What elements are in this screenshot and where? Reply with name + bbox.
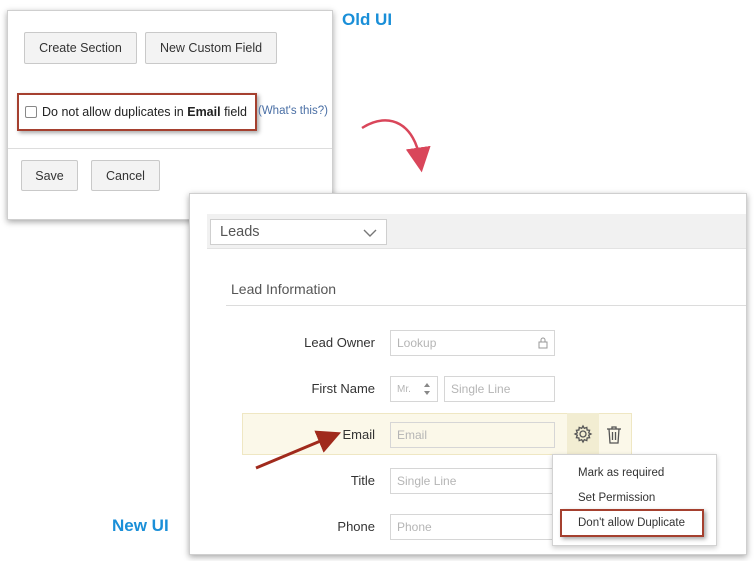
annotation-arrows: [255, 119, 431, 470]
old-to-new-arrow: [361, 119, 431, 173]
email-pointer-arrow: [255, 430, 342, 470]
